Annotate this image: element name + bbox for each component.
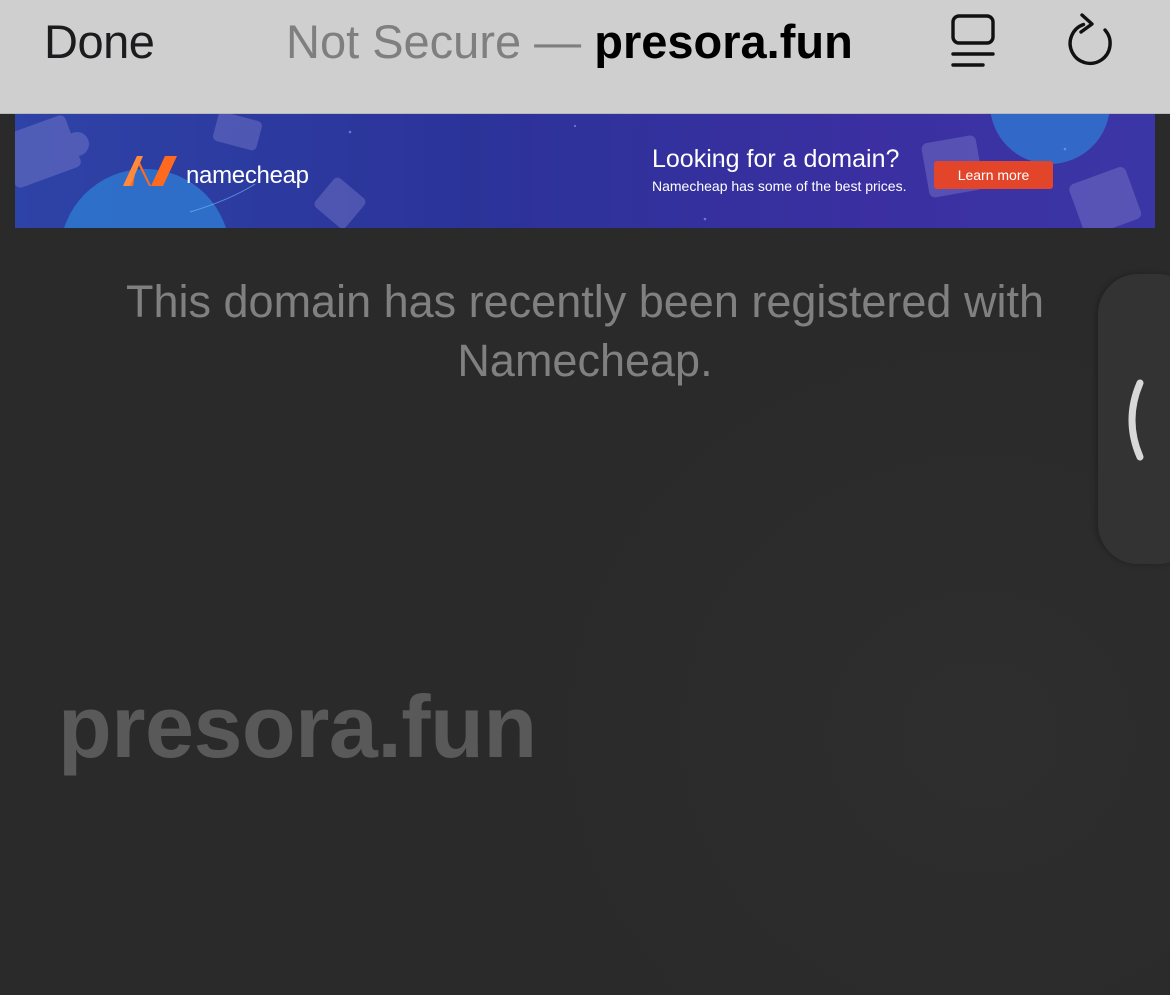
reader-mode-icon[interactable] [945, 12, 1001, 70]
namecheap-ad-banner[interactable]: namecheap Looking for a domain? Namechea… [15, 114, 1155, 228]
done-button[interactable]: Done [44, 14, 155, 69]
address-domain: presora.fun [594, 15, 853, 68]
not-secure-label: Not Secure [286, 15, 522, 68]
domain-heading: presora.fun [58, 677, 537, 776]
ad-headline: Looking for a domain? [652, 145, 900, 173]
chevron-left-icon [1128, 379, 1144, 461]
side-panel-handle[interactable] [1098, 274, 1170, 564]
page-content: namecheap Looking for a domain? Namechea… [0, 114, 1170, 995]
reload-icon[interactable] [1064, 12, 1118, 70]
registration-message: This domain has recently been registered… [126, 276, 1044, 386]
ad-subtext: Namecheap has some of the best prices. [652, 178, 907, 194]
browser-toolbar: Done Not Secure — presora.fun [0, 0, 1170, 114]
ad-brand-name: namecheap [186, 162, 309, 189]
learn-more-button[interactable]: Learn more [934, 161, 1053, 189]
address-separator: — [521, 15, 595, 68]
namecheap-logo-icon [123, 156, 177, 186]
address-bar[interactable]: Not Secure — presora.fun [286, 14, 853, 69]
